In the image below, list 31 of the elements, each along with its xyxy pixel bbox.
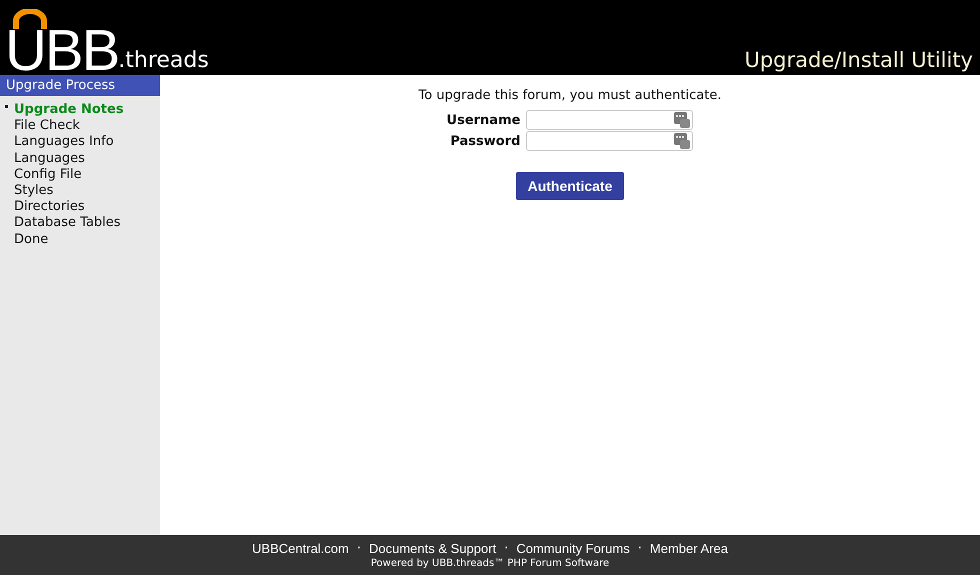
sidebar-item[interactable]: Done (14, 232, 48, 246)
intro-text: To upgrade this forum, you must authenticate. (418, 88, 722, 103)
separator-dot: · (504, 541, 508, 556)
logo-text: UBB (5, 29, 118, 73)
sidebar-item[interactable]: Directories (14, 199, 85, 214)
keypad-icon (674, 133, 690, 149)
footer-link[interactable]: UBBCentral.com (252, 541, 349, 556)
footer-link[interactable]: Documents & Support (369, 541, 496, 556)
footer-link[interactable]: Member Area (650, 541, 728, 556)
sidebar-item[interactable]: Config File (14, 166, 82, 182)
separator-dot: · (638, 541, 642, 556)
sidebar-item[interactable]: Languages (14, 150, 85, 166)
input-field[interactable] (526, 110, 694, 130)
authenticate-button[interactable]: Authenticate (516, 172, 624, 200)
keypad-icon (674, 112, 690, 128)
logo-suffix: .threads (118, 49, 209, 73)
powered-by-text: Powered by UBB.threads™ PHP Forum Software (370, 558, 610, 569)
sidebar-item[interactable]: Styles (14, 182, 54, 198)
footer-link[interactable]: Community Forums (516, 541, 630, 556)
sidebar-heading: Upgrade Process (0, 75, 160, 96)
input-field[interactable] (526, 131, 694, 151)
page-title: Upgrade/Install Utility (744, 47, 973, 73)
sidebar-item[interactable]: Languages Info (14, 134, 114, 150)
field-label: Username (446, 112, 520, 128)
sidebar-item[interactable]: Upgrade Notes (14, 102, 124, 117)
sidebar-item[interactable]: File Check (14, 118, 80, 134)
logo-arc-icon (10, 9, 50, 29)
field-label: Password (449, 134, 520, 148)
sidebar-item[interactable]: Database Tables (14, 215, 121, 230)
separator-dot: · (356, 541, 361, 556)
bullet-icon (5, 105, 8, 108)
